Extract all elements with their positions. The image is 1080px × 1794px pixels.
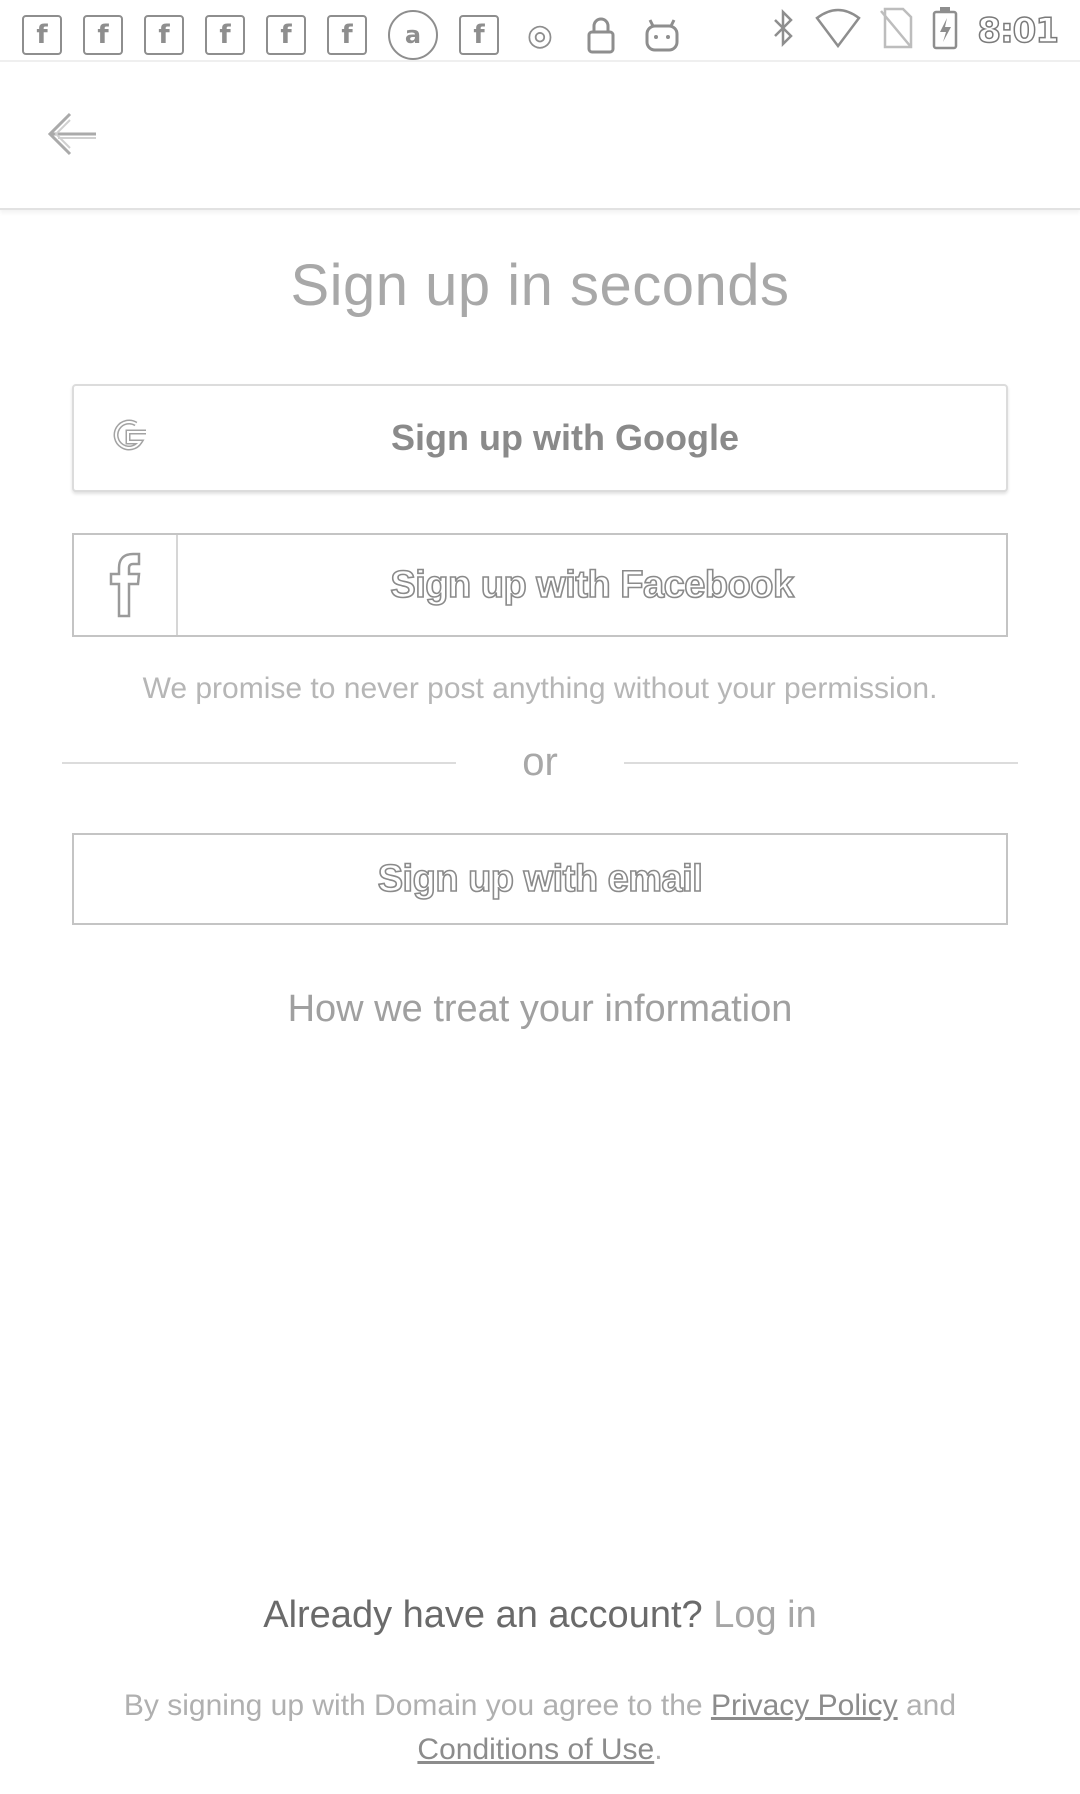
email-signup-label: Sign up with email (377, 857, 704, 901)
facebook-notification-icon: f (459, 15, 499, 55)
page-title: Sign up in seconds (290, 253, 790, 318)
bluetooth-icon (769, 8, 797, 53)
clock: 8:01 (977, 10, 1060, 52)
circle-notification-icon: ◎ (520, 15, 560, 55)
or-separator: or (522, 740, 558, 784)
google-icon (102, 412, 154, 464)
privacy-policy-link[interactable]: Privacy Policy (711, 1689, 898, 1722)
wifi-icon (815, 8, 862, 53)
account-prompt-text: Already have an account? (263, 1594, 703, 1636)
signup-screen: f f f f f f a f ◎ 8:01 Sign up in second… (0, 0, 1080, 1794)
login-prompt: Already have an account? Log in (0, 1594, 1080, 1637)
facebook-signup-button[interactable]: Sign up with Facebook (72, 533, 1008, 637)
divider-left (62, 762, 456, 764)
login-link[interactable]: Log in (713, 1594, 817, 1636)
permission-notice: We promise to never post anything withou… (142, 672, 938, 705)
legal-prefix: By signing up with Domain you agree to t… (123, 1689, 703, 1722)
legal-and: and (906, 1689, 957, 1722)
google-signup-label: Sign up with Google (391, 417, 739, 458)
google-signup-button[interactable]: Sign up with Google (72, 384, 1008, 492)
email-signup-button[interactable]: Sign up with email (72, 833, 1008, 925)
conditions-of-use-link[interactable]: Conditions of Use (417, 1733, 654, 1766)
battery-charging-icon (931, 6, 959, 55)
lock-icon (581, 15, 621, 55)
app-notification-icon: a (388, 10, 438, 60)
back-button[interactable] (40, 102, 104, 166)
facebook-notification-icon: f (144, 15, 184, 55)
facebook-notification-icon: f (266, 15, 306, 55)
divider-right (624, 762, 1018, 764)
facebook-notification-icon: f (327, 15, 367, 55)
facebook-notification-icon: f (205, 15, 245, 55)
legal-suffix: . (654, 1733, 663, 1766)
info-policy-link[interactable]: How we treat your information (0, 988, 1080, 1031)
status-bar: f f f f f f a f ◎ 8:01 (0, 0, 1080, 62)
android-icon (642, 15, 682, 55)
no-sim-icon (879, 7, 913, 54)
app-bar (0, 62, 1080, 210)
legal-notice: By signing up with Domain you agree to t… (80, 1684, 1000, 1772)
system-status: 8:01 (769, 6, 1060, 55)
facebook-notification-icon: f (22, 15, 62, 55)
facebook-notification-icon: f (83, 15, 123, 55)
notification-icons: f f f f f f a f ◎ (22, 10, 682, 60)
facebook-signup-label: Sign up with Facebook (390, 563, 795, 607)
facebook-icon (74, 535, 178, 635)
arrow-left-icon (47, 112, 96, 156)
